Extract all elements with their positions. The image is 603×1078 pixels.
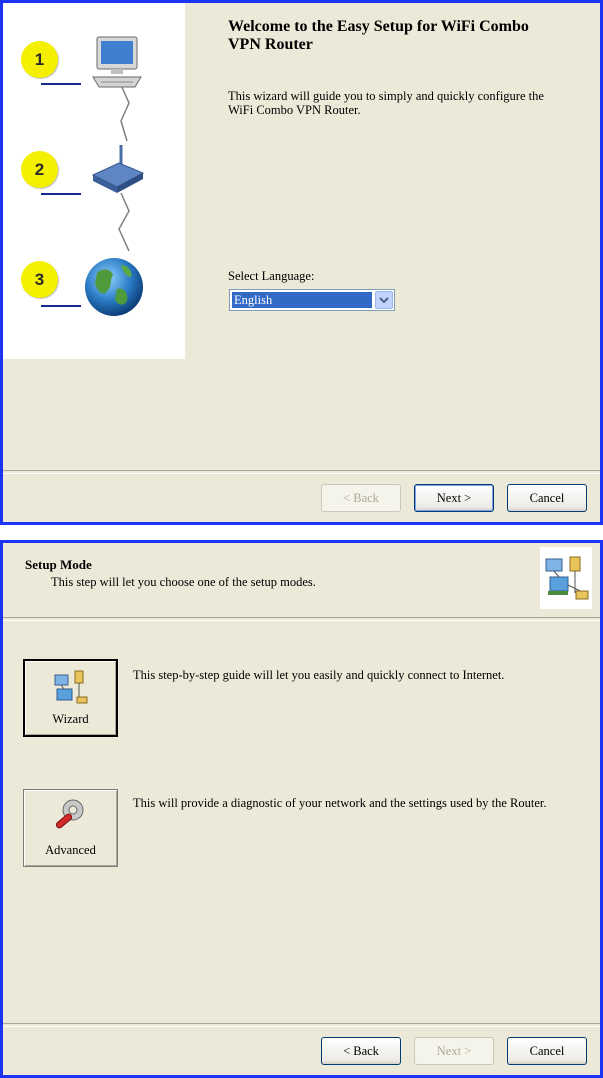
advanced-button-label: Advanced [45,843,96,857]
wizard-button[interactable]: Wizard [23,659,118,737]
setup-mode-dialog: Setup Mode This step will let you choose… [0,540,603,1078]
advanced-button[interactable]: Advanced [23,789,118,867]
steps-illustration-panel: 1 2 3 [3,3,185,359]
network-icon [540,547,592,609]
language-label: Select Language: [228,269,315,283]
next-button[interactable]: Next > [414,1037,494,1065]
step-1-badge: 1 [21,41,58,78]
step-2-badge: 2 [21,151,58,188]
header-separator [3,617,600,621]
router-icon [89,141,145,202]
step-3-underline [41,305,81,307]
wizard-description: This step-by-step guide will let you eas… [133,668,505,682]
computer-icon [91,35,143,96]
welcome-description: This wizard will guide you to simply and… [228,89,544,117]
setup-mode-subtitle: This step will let you choose one of the… [51,575,316,589]
dropdown-arrow-icon[interactable] [375,291,393,309]
wrench-icon [51,796,91,841]
next-button[interactable]: Next > [414,484,494,512]
network-icon [51,667,91,712]
welcome-dialog: 1 2 3 Welcome to the Easy Setup for WiFi… [0,0,603,525]
setup-mode-header: Setup Mode This step will let you choose… [3,543,600,617]
language-selected-value: English [232,292,372,308]
setup-mode-title: Setup Mode [25,557,92,572]
welcome-title: Welcome to the Easy Setup for WiFi Combo… [228,18,529,53]
globe-icon [83,255,145,324]
wizard-button-label: Wizard [52,712,89,726]
cancel-button[interactable]: Cancel [507,484,587,512]
button-separator [3,1023,600,1027]
language-select[interactable]: English [229,289,395,311]
step-3-badge: 3 [21,261,58,298]
step-2-underline [41,193,81,195]
cancel-button[interactable]: Cancel [507,1037,587,1065]
back-button[interactable]: < Back [321,1037,401,1065]
back-button[interactable]: < Back [321,484,401,512]
step-1-underline [41,83,81,85]
advanced-description: This will provide a diagnostic of your n… [133,796,547,810]
button-separator [3,470,600,474]
